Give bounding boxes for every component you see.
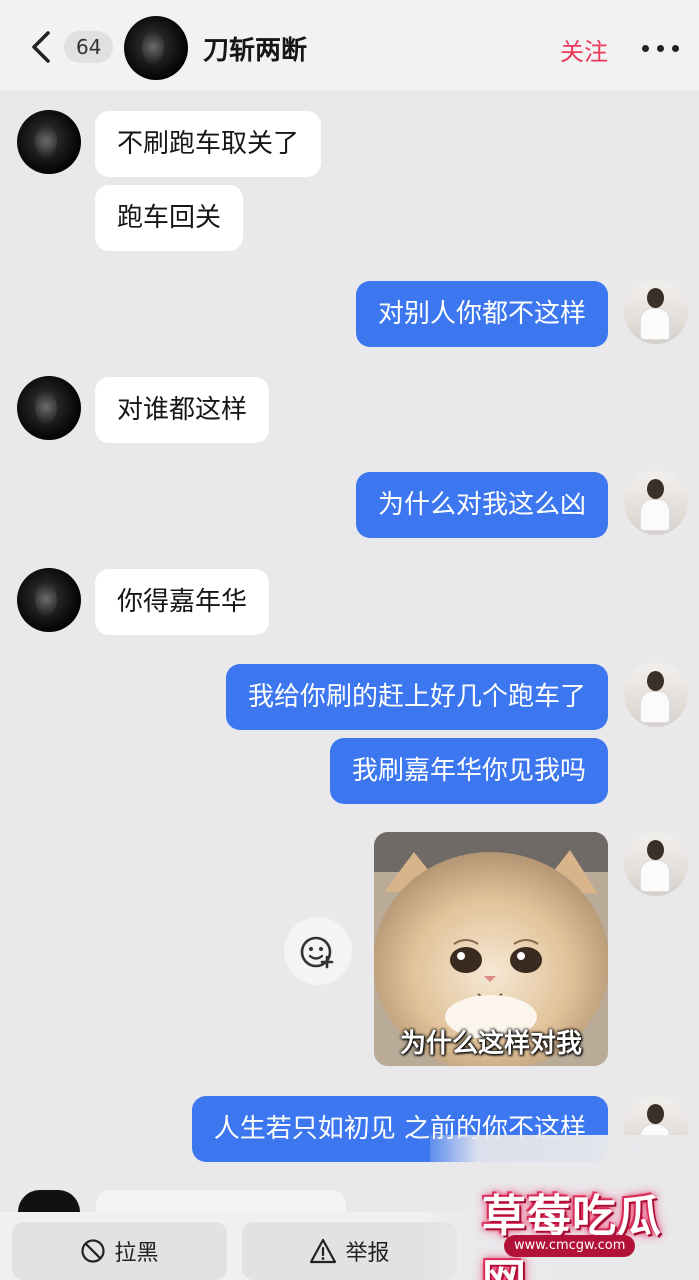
contact-avatar[interactable] bbox=[18, 1190, 80, 1212]
block-button[interactable]: 拉黑 bbox=[12, 1222, 227, 1280]
self-avatar[interactable] bbox=[624, 471, 688, 535]
watermark-url: www.cmcgw.com bbox=[504, 1235, 636, 1257]
self-avatar[interactable] bbox=[624, 663, 688, 727]
message-bubble-incoming[interactable]: 跑车回关 bbox=[95, 185, 244, 251]
sticker-caption: 为什么这样对我 bbox=[399, 1029, 582, 1059]
back-button[interactable] bbox=[24, 27, 64, 67]
self-avatar[interactable] bbox=[624, 832, 688, 896]
more-horizontal-icon bbox=[642, 45, 649, 52]
message-bubble-incoming[interactable]: 不刷跑车取关了 bbox=[95, 111, 322, 177]
block-label: 拉黑 bbox=[114, 1241, 159, 1266]
contact-avatar[interactable] bbox=[124, 16, 188, 80]
contact-name[interactable]: 刀斩两断 bbox=[203, 30, 307, 67]
warning-icon bbox=[310, 1238, 337, 1264]
message-bubble-outgoing[interactable]: 对别人你都不这样 bbox=[355, 281, 608, 347]
block-icon bbox=[81, 1239, 106, 1263]
message-bubble-incoming[interactable]: 你得嘉年华 bbox=[95, 569, 270, 635]
message-bubble-incoming[interactable] bbox=[96, 1190, 346, 1212]
contact-avatar[interactable] bbox=[17, 110, 81, 174]
add-reaction-button[interactable] bbox=[284, 917, 352, 985]
add-emoji-icon bbox=[300, 936, 334, 969]
sticker-message[interactable]: 为什么这样对我 bbox=[374, 832, 608, 1066]
watermark-logo-text: 草莓吃瓜网 bbox=[482, 1191, 662, 1280]
unread-count-badge: 64 bbox=[64, 31, 114, 63]
more-options-button[interactable] bbox=[640, 34, 680, 62]
self-avatar[interactable] bbox=[624, 280, 688, 344]
chevron-left-icon bbox=[32, 31, 50, 63]
contact-avatar[interactable] bbox=[17, 568, 81, 632]
report-button[interactable]: 举报 bbox=[242, 1222, 457, 1280]
follow-button[interactable]: 关注 bbox=[560, 32, 608, 67]
message-bubble-outgoing[interactable]: 我刷嘉年华你见我吗 bbox=[329, 738, 608, 804]
report-label: 举报 bbox=[345, 1241, 390, 1266]
chat-header: 64 刀斩两断 关注 bbox=[0, 0, 699, 90]
contact-avatar[interactable] bbox=[17, 376, 81, 440]
message-bubble-outgoing[interactable]: 我给你刷的赶上好几个跑车了 bbox=[225, 664, 608, 730]
message-bubble-outgoing[interactable]: 为什么对我这么凶 bbox=[355, 472, 608, 538]
message-bubble-incoming[interactable]: 对谁都这样 bbox=[95, 377, 270, 443]
